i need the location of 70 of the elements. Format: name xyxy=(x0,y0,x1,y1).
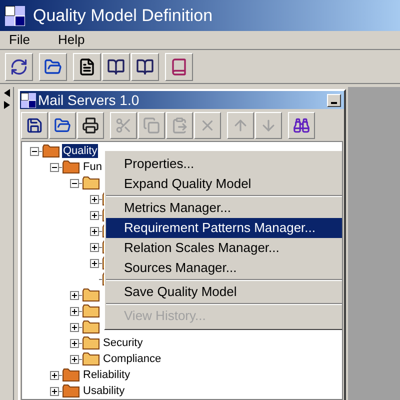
toolbar-button[interactable] xyxy=(49,112,76,138)
menu-item[interactable]: File xyxy=(9,30,30,50)
toolbar-button[interactable] xyxy=(39,52,67,80)
left-arrow-icon[interactable] xyxy=(4,89,10,97)
toolbar-button[interactable] xyxy=(77,112,104,138)
paste-icon xyxy=(171,116,188,134)
save-icon xyxy=(26,116,43,134)
minimize-button[interactable] xyxy=(327,94,341,106)
toolbar-button[interactable] xyxy=(73,52,101,80)
folder-icon xyxy=(82,320,100,334)
expand-toggle[interactable] xyxy=(70,354,79,364)
right-arrow-icon[interactable] xyxy=(4,101,10,109)
book-icon xyxy=(170,58,188,76)
menu-item[interactable]: Properties... xyxy=(106,154,342,174)
copy-icon xyxy=(143,116,160,134)
expand-toggle[interactable] xyxy=(90,258,99,268)
binoculars-icon xyxy=(293,116,310,134)
refresh-icon xyxy=(10,58,28,76)
expand-toggle[interactable] xyxy=(70,306,79,316)
tree-item[interactable]: Quality xyxy=(62,144,98,158)
expand-toggle[interactable] xyxy=(90,226,99,236)
folder-icon xyxy=(42,144,60,158)
menu-item[interactable]: Expand Quality Model xyxy=(106,174,342,194)
folder-icon xyxy=(82,288,100,302)
book-icon xyxy=(136,58,154,76)
collapse-toggle[interactable] xyxy=(70,178,79,188)
expand-toggle[interactable] xyxy=(50,370,59,380)
folder-icon xyxy=(82,336,100,350)
expand-toggle[interactable] xyxy=(70,290,79,300)
tree-item[interactable]: Security xyxy=(102,336,144,350)
folder-icon xyxy=(82,304,100,318)
tree-item[interactable]: Compliance xyxy=(102,352,162,366)
folder-icon xyxy=(44,58,62,76)
folder-icon xyxy=(62,384,80,398)
scissors-icon xyxy=(115,116,132,134)
toolbar-button[interactable] xyxy=(5,52,33,80)
toolbar-button[interactable] xyxy=(131,52,159,80)
book-icon xyxy=(107,58,125,76)
collapse-toggle[interactable] xyxy=(50,162,59,172)
folder-icon xyxy=(62,160,80,174)
folder-icon xyxy=(54,116,71,134)
menu-item[interactable]: Requirement Patterns Manager... xyxy=(106,218,342,238)
expand-toggle[interactable] xyxy=(90,210,99,220)
folder-icon xyxy=(82,352,100,366)
inner-window-title: Mail Servers 1.0 xyxy=(38,90,140,110)
menu-item[interactable]: Relation Scales Manager... xyxy=(106,238,342,258)
toolbar-button[interactable] xyxy=(102,52,130,80)
expand-toggle[interactable] xyxy=(70,338,79,348)
tree-item[interactable]: Fun xyxy=(82,160,103,174)
expand-toggle[interactable] xyxy=(50,386,59,396)
folder-icon xyxy=(82,176,100,190)
collapse-toggle[interactable] xyxy=(30,146,39,156)
printer-icon xyxy=(82,116,99,134)
toolbar-button[interactable] xyxy=(288,112,315,138)
app-icon xyxy=(21,92,36,108)
menu-item[interactable]: Metrics Manager... xyxy=(106,198,342,218)
app-icon xyxy=(5,6,25,26)
menu-item[interactable]: Save Quality Model xyxy=(106,282,342,302)
folder-icon xyxy=(62,368,80,382)
toolbar-button[interactable] xyxy=(21,112,48,138)
tree-item[interactable]: Reliability xyxy=(82,368,132,382)
tree-item[interactable]: Usability xyxy=(82,384,126,398)
expand-toggle[interactable] xyxy=(70,322,79,332)
document-icon xyxy=(78,58,96,76)
toolbar-button[interactable] xyxy=(165,52,193,80)
window-title: Quality Model Definition xyxy=(33,4,213,27)
expand-toggle[interactable] xyxy=(90,242,99,252)
expand-toggle[interactable] xyxy=(90,194,99,204)
menu-item[interactable]: Sources Manager... xyxy=(106,258,342,278)
menu-item[interactable]: Help xyxy=(58,30,85,50)
